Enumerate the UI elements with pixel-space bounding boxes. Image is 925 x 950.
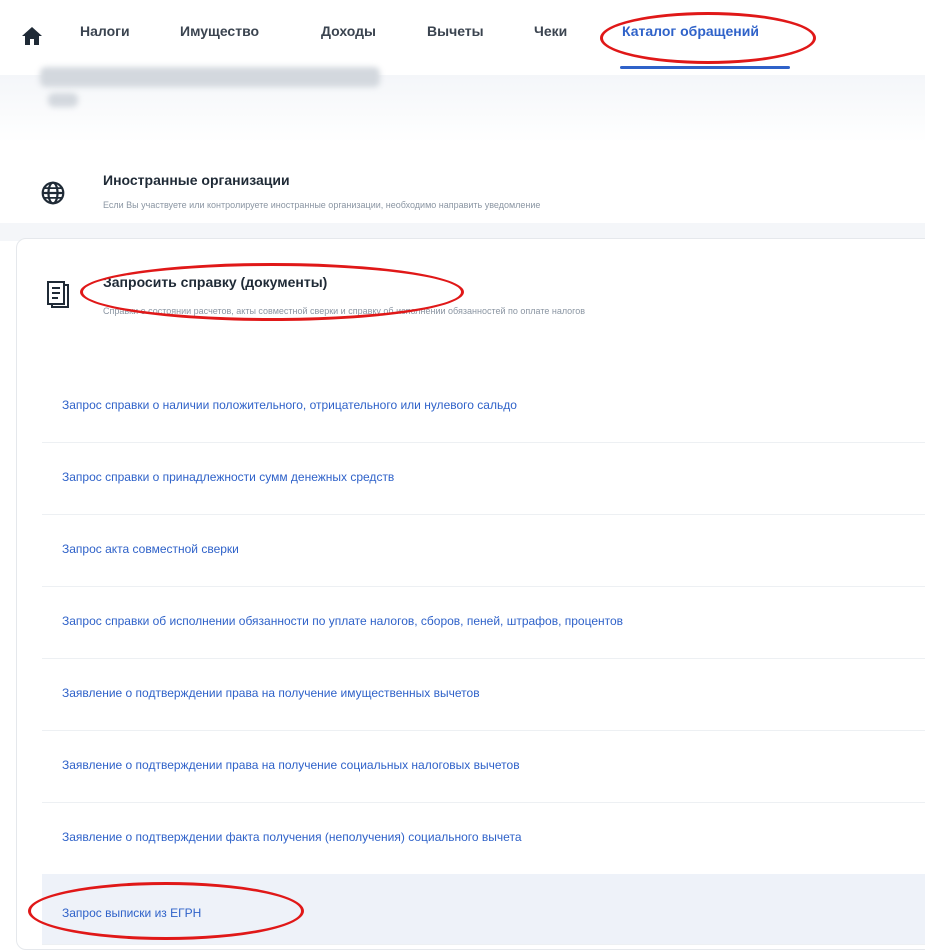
list-item[interactable]: Запрос справки о принадлежности сумм ден… — [42, 446, 925, 515]
top-navigation: Налоги Имущество Доходы Вычеты Чеки Ката… — [0, 0, 925, 75]
nav-taxes[interactable]: Налоги — [80, 23, 130, 39]
nav-income[interactable]: Доходы — [321, 23, 376, 39]
nav-receipts[interactable]: Чеки — [534, 23, 567, 39]
list-item-link[interactable]: Заявление о подтверждении права на получ… — [62, 686, 480, 700]
list-item-highlighted[interactable]: Запрос выписки из ЕГРН — [42, 874, 925, 945]
list-item[interactable]: Запрос акта совместной сверки — [42, 518, 925, 587]
list-item-link[interactable]: Запрос справки о принадлежности сумм ден… — [62, 470, 394, 484]
list-item-link[interactable]: Запрос акта совместной сверки — [62, 542, 239, 556]
blurred-icon — [48, 93, 78, 107]
certificates-title[interactable]: Запросить справку (документы) — [103, 274, 327, 290]
section-foreign-organizations[interactable]: Иностранные организации Если Вы участвуе… — [0, 143, 925, 223]
blurred-title — [40, 67, 380, 87]
list-item-link[interactable]: Заявление о подтверждении права на получ… — [62, 758, 520, 772]
nav-property[interactable]: Имущество — [180, 23, 259, 39]
list-item[interactable]: Запрос справки о наличии положительного,… — [42, 374, 925, 443]
blurred-section-header — [0, 67, 925, 144]
home-icon[interactable] — [20, 24, 44, 48]
list-item[interactable]: Запрос справки об исполнении обязанности… — [42, 590, 925, 659]
list-item-link[interactable]: Запрос справки о наличии положительного,… — [62, 398, 517, 412]
certificates-description: Справки о состоянии расчетов, акты совме… — [103, 306, 586, 316]
list-item-link[interactable]: Заявление о подтверждении факта получени… — [62, 830, 522, 844]
nav-appeals-catalog[interactable]: Каталог обращений — [622, 23, 759, 39]
section-description: Если Вы участвуете или контролируете ино… — [103, 200, 541, 210]
list-item[interactable]: Заявление о подтверждении факта получени… — [42, 806, 925, 875]
request-list: Запрос справки о наличии положительного,… — [42, 374, 925, 945]
section-title: Иностранные организации — [103, 172, 290, 188]
active-tab-indicator — [620, 66, 790, 69]
list-item-link[interactable]: Запрос выписки из ЕГРН — [62, 906, 201, 920]
list-item[interactable]: Заявление о подтверждении права на получ… — [42, 734, 925, 803]
globe-icon — [41, 181, 65, 205]
nav-deductions[interactable]: Вычеты — [427, 23, 484, 39]
list-item-link[interactable]: Запрос справки об исполнении обязанности… — [62, 614, 623, 628]
document-stack-icon — [47, 281, 69, 308]
list-item[interactable]: Заявление о подтверждении права на получ… — [42, 662, 925, 731]
